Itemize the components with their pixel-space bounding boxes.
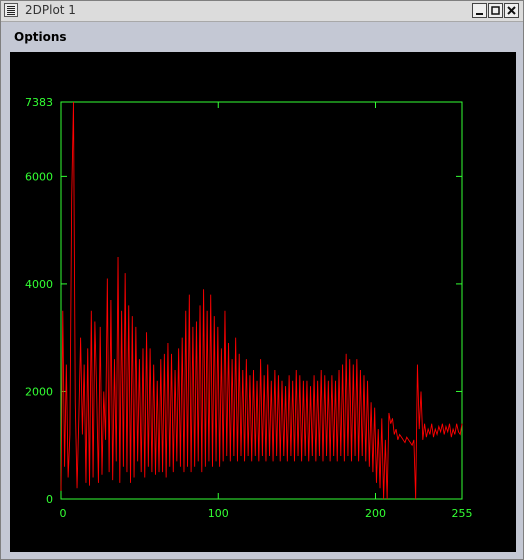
minimize-icon[interactable]	[472, 3, 487, 18]
close-icon[interactable]	[504, 3, 519, 18]
x-tick-label: 255	[452, 507, 473, 520]
y-tick-label: 0	[46, 493, 53, 506]
y-tick-label: 2000	[25, 385, 53, 398]
maximize-icon[interactable]	[488, 3, 503, 18]
window-menu-icon[interactable]	[4, 3, 18, 17]
line-chart: 0 2000 4000 6000 7383 0 100 200 255	[25, 96, 473, 520]
x-tick-label: 100	[208, 507, 229, 520]
options-menu[interactable]: Options	[14, 30, 67, 44]
x-tick-label: 0	[60, 507, 67, 520]
title-bar[interactable]: 2DPlot 1	[1, 1, 523, 22]
y-tick-label: 7383	[25, 96, 53, 109]
y-tick-label: 6000	[25, 170, 53, 183]
plot-frame	[60, 101, 463, 500]
y-tick-label: 4000	[25, 278, 53, 291]
menu-bar: Options	[1, 22, 523, 52]
series-line-1	[60, 101, 463, 500]
plot-window: 2DPlot 1 Options 0 2000 4000 6000 7383 0 100 20…	[0, 0, 524, 560]
window-title: 2DPlot 1	[25, 3, 76, 17]
plot-area: 0 2000 4000 6000 7383 0 100 200 255	[10, 52, 516, 552]
x-tick-label: 200	[365, 507, 386, 520]
